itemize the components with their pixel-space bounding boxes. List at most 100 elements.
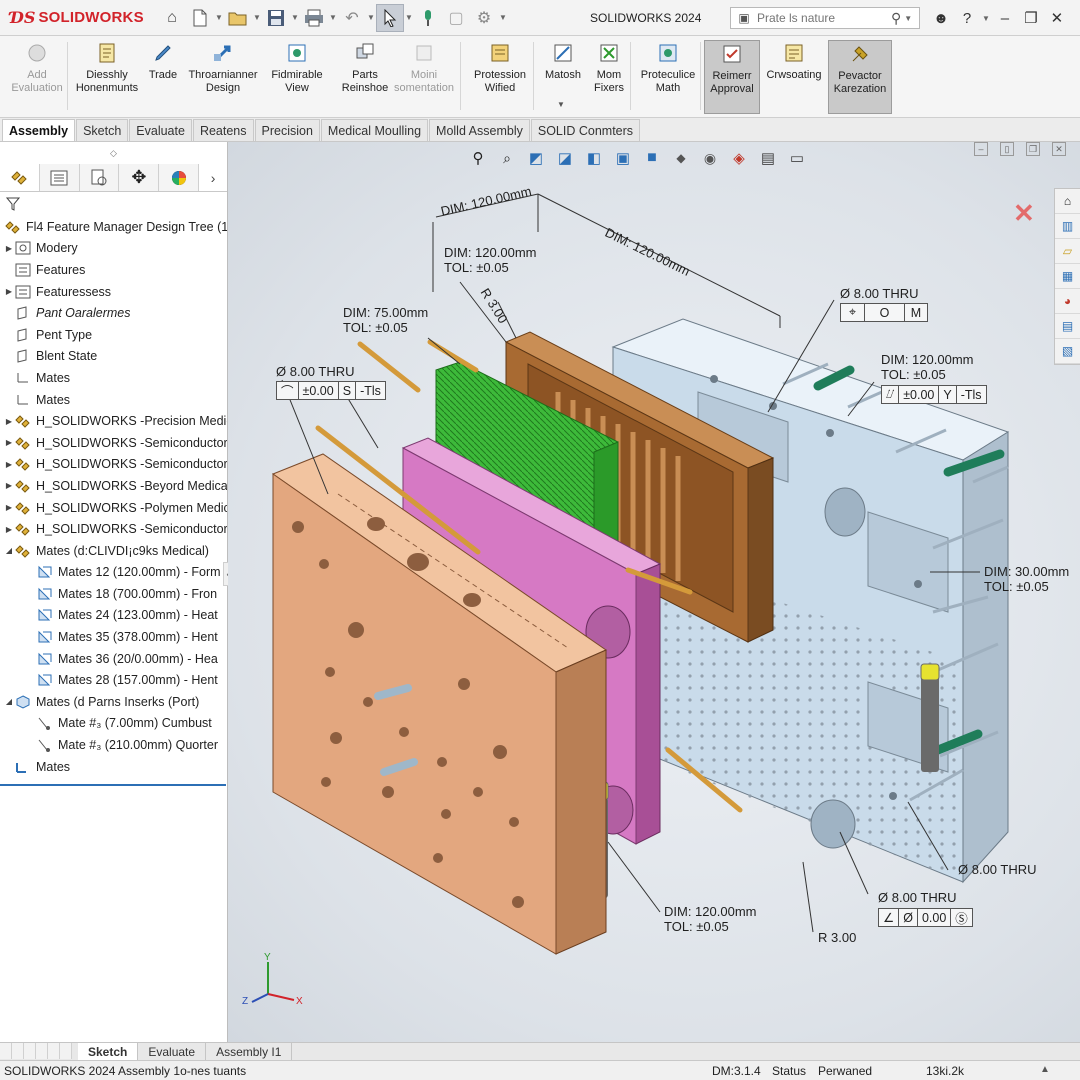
- expand-right-icon[interactable]: ▶: [4, 525, 14, 534]
- ribbon-button[interactable]: Add Evaluation: [4, 40, 70, 114]
- open-folder-icon[interactable]: [224, 4, 252, 32]
- ribbon-button[interactable]: Throarnianner Design: [184, 40, 262, 114]
- chevron-up-icon[interactable]: ▲: [1040, 1064, 1050, 1075]
- tree-item[interactable]: Mates 36 (20/0.00mm) - Hea: [0, 648, 227, 670]
- file-explorer-tab-icon[interactable]: ▦: [1055, 264, 1080, 289]
- chevron-down-icon[interactable]: ▼: [498, 13, 508, 22]
- view-settings-icon[interactable]: ▤: [758, 148, 778, 168]
- tolerance-label[interactable]: TOL: ±0.05: [664, 919, 729, 934]
- search-input[interactable]: [757, 11, 887, 25]
- dimension-label[interactable]: DIM: 75.00mm: [343, 305, 428, 320]
- save-icon[interactable]: [262, 4, 290, 32]
- ribbon-button[interactable]: Trade: [144, 40, 182, 114]
- design-library-tab-icon[interactable]: ▱: [1055, 239, 1080, 264]
- cancel-x-icon[interactable]: ✕: [1013, 198, 1035, 229]
- tree-item[interactable]: ▶ H_SOLIDWORKS -Semiconductor: [0, 432, 227, 454]
- ribbon-button[interactable]: Protession Wified: [464, 40, 536, 114]
- ribbon-button[interactable]: Diesshly Honenmunts: [72, 40, 142, 114]
- custom-properties-tab-icon[interactable]: ▤: [1055, 314, 1080, 339]
- new-document-icon[interactable]: [186, 4, 214, 32]
- radius-label[interactable]: R 3.00: [818, 930, 856, 945]
- hole-callout[interactable]: Ø 8.00 THRU: [958, 862, 1037, 877]
- tree-item[interactable]: ▶ H_SOLIDWORKS -Precision Medic: [0, 410, 227, 432]
- ribbon-button[interactable]: Pevactor Karezation: [828, 40, 892, 114]
- dynamic-annotation-icon[interactable]: ◧: [584, 148, 604, 168]
- solidworks-logo[interactable]: ƊS SOLIDWORKS: [0, 0, 158, 36]
- tree-item[interactable]: Features: [0, 259, 227, 281]
- tree-filter[interactable]: [0, 192, 227, 216]
- tab-evaluate[interactable]: Evaluate: [138, 1042, 207, 1061]
- chevron-down-icon[interactable]: ▼: [904, 14, 912, 23]
- tolerance-label[interactable]: TOL: ±0.05: [444, 260, 509, 275]
- ribbon-button[interactable]: Fidmirable View: [262, 40, 332, 114]
- pane-splitter-handle[interactable]: ◇: [0, 142, 227, 164]
- expand-right-icon[interactable]: ▶: [4, 244, 14, 253]
- tolerance-label[interactable]: TOL: ±0.05: [881, 367, 946, 382]
- command-tab[interactable]: Medical Moulling: [320, 119, 429, 141]
- expand-right-icon[interactable]: ▶: [4, 438, 14, 447]
- home-tab-icon[interactable]: ⌂: [1055, 189, 1080, 214]
- expand-down-icon[interactable]: ◢: [4, 697, 14, 706]
- expand-right-icon[interactable]: ▶: [4, 417, 14, 426]
- zoom-area-icon[interactable]: ⌕: [497, 148, 517, 168]
- expand-right-icon[interactable]: ▶: [4, 503, 14, 512]
- property-manager-tab-icon[interactable]: [39, 164, 80, 191]
- file-properties-icon[interactable]: ▢: [442, 4, 470, 32]
- tile-document-icon[interactable]: ▯: [1000, 142, 1014, 156]
- feature-control-frame[interactable]: ∠ Ø 0.00 Ⓢ: [878, 908, 973, 927]
- command-tab[interactable]: Sketch: [76, 119, 129, 141]
- edit-appearance-icon[interactable]: ◉: [700, 148, 720, 168]
- assembly-model-view[interactable]: [228, 142, 1080, 1042]
- reference-triad[interactable]: Y X Z: [238, 950, 308, 1010]
- hole-callout[interactable]: Ø 8.00 THRU: [878, 890, 957, 905]
- ribbon-button[interactable]: Proteculice Math: [632, 40, 704, 114]
- command-tab[interactable]: Molld Assembly: [429, 119, 530, 141]
- dimxpert-manager-tab-icon[interactable]: ✥: [119, 164, 160, 191]
- hole-callout[interactable]: Ø 8.00 THRU: [840, 286, 919, 301]
- status-mode[interactable]: Perwaned: [818, 1064, 872, 1078]
- ribbon-button[interactable]: Moini somentation: [394, 40, 454, 114]
- apply-scene-icon[interactable]: ◈: [729, 148, 749, 168]
- search-scope-icon[interactable]: ▣: [735, 9, 753, 27]
- zoom-to-fit-icon[interactable]: ⚲: [468, 148, 488, 168]
- tree-item[interactable]: Mates: [0, 389, 227, 411]
- expand-down-icon[interactable]: ◢: [4, 546, 14, 555]
- feature-control-frame[interactable]: ⌖ O M: [840, 303, 928, 322]
- undo-icon[interactable]: ↶: [338, 4, 366, 32]
- tree-item[interactable]: Mate #₃ (210.00mm) Quorter: [0, 734, 227, 756]
- tab-assembly[interactable]: Assembly I1: [206, 1042, 293, 1061]
- tree-item[interactable]: Mates 24 (123.00mm) - Heat: [0, 605, 227, 627]
- display-manager-tab-icon[interactable]: [159, 164, 200, 191]
- command-tab[interactable]: SOLID Conmters: [530, 119, 641, 141]
- tolerance-label[interactable]: TOL: ±0.05: [343, 320, 408, 335]
- ribbon-button[interactable]: Parts Reinshoe: [334, 40, 396, 114]
- dimension-label[interactable]: DIM: 30.00mm: [984, 564, 1069, 579]
- chevron-down-icon[interactable]: ▼: [214, 13, 224, 22]
- tree-item[interactable]: ◢ Mates (d:CLIVDI¡c9ks Medical): [0, 540, 227, 562]
- search-icon[interactable]: ⚲: [891, 10, 901, 27]
- tree-item[interactable]: Mates: [0, 367, 227, 389]
- home-icon[interactable]: ⌂: [158, 4, 186, 32]
- hole-callout[interactable]: Ø 8.00 THRU: [276, 364, 355, 379]
- rebuild-icon[interactable]: [414, 4, 442, 32]
- ribbon-button[interactable]: Crwsoating: [762, 40, 826, 114]
- rollback-bar[interactable]: [0, 784, 226, 786]
- feature-control-frame[interactable]: ⌰ ±0.00 Y -Tls: [881, 385, 987, 404]
- close-icon[interactable]: ✕: [1046, 6, 1068, 30]
- restore-icon[interactable]: ❐: [1020, 6, 1042, 30]
- command-tab[interactable]: Reatens: [192, 119, 254, 141]
- minimize-icon[interactable]: –: [994, 6, 1016, 30]
- hide-show-icon[interactable]: ◆: [671, 148, 691, 168]
- configuration-manager-tab-icon[interactable]: [79, 164, 120, 191]
- close-document-icon[interactable]: ✕: [1052, 142, 1066, 156]
- options-gear-icon[interactable]: ⚙: [470, 4, 498, 32]
- search-box[interactable]: ▣ ⚲ ▼: [730, 7, 920, 29]
- tree-item[interactable]: Pent Type: [0, 324, 227, 346]
- feature-control-frame[interactable]: ⌒ ±0.00 S -Tls: [276, 381, 386, 400]
- expand-right-icon[interactable]: ▶: [4, 481, 14, 490]
- feature-manager-tab-icon[interactable]: [0, 164, 40, 191]
- tree-item[interactable]: Mates 35 (378.00mm) - Hent: [0, 626, 227, 648]
- chevron-down-icon[interactable]: ▼: [328, 13, 338, 22]
- tree-item[interactable]: ▶ H_SOLIDWORKS -Semiconductor: [0, 518, 227, 540]
- tolerance-label[interactable]: TOL: ±0.05: [984, 579, 1049, 594]
